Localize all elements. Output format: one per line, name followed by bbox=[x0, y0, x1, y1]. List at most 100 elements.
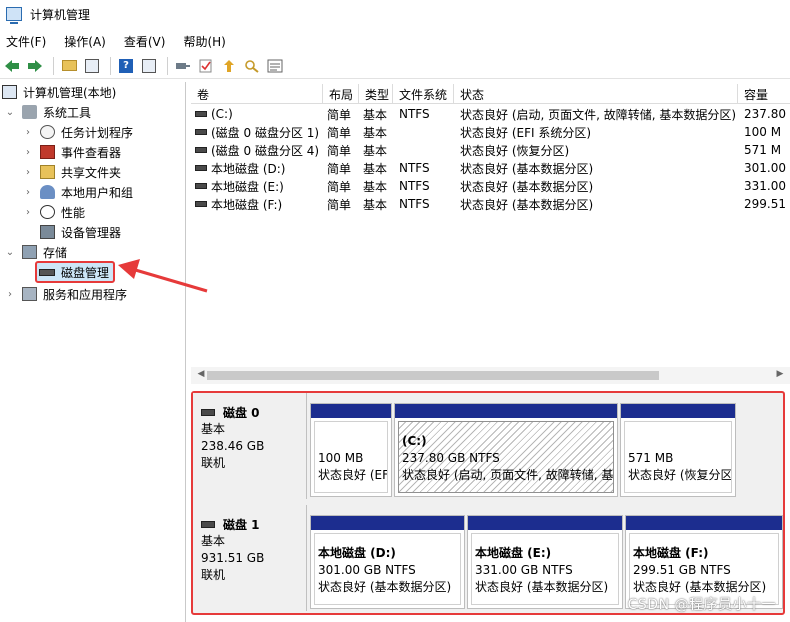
tools-icon bbox=[22, 105, 37, 119]
tree-item-label: 任务计划程序 bbox=[61, 125, 134, 140]
partition-body: (C:) 237.80 GB NTFS 状态良好 (启动, 页面文件, 故障转储… bbox=[398, 421, 614, 493]
tree-item-services[interactable]: › 服务和应用程序 bbox=[4, 284, 127, 304]
cell-capacity: 299.51 bbox=[744, 197, 786, 211]
check-icon[interactable] bbox=[196, 56, 216, 76]
export-icon[interactable] bbox=[219, 56, 239, 76]
volume-name: 本地磁盘 (D:) bbox=[211, 161, 286, 176]
cell-layout: 简单 bbox=[327, 143, 352, 158]
table-row[interactable]: (C:) 简单 基本 NTFS 状态良好 (启动, 页面文件, 故障转储, 基本… bbox=[191, 105, 790, 123]
column-header-status[interactable]: 状态 bbox=[454, 84, 738, 104]
chevron-right-icon[interactable]: › bbox=[22, 167, 34, 178]
tree-item-performance[interactable]: › 性能 bbox=[22, 202, 85, 222]
partition-c[interactable]: (C:) 237.80 GB NTFS 状态良好 (启动, 页面文件, 故障转储… bbox=[394, 403, 618, 497]
help-icon[interactable]: ? bbox=[116, 56, 136, 76]
list-header: 卷 布局 类型 文件系统 状态 容量 bbox=[191, 84, 790, 104]
menu-file[interactable]: 文件(F) bbox=[6, 33, 46, 50]
table-row[interactable]: 本地磁盘 (E:) 简单 基本 NTFS 状态良好 (基本数据分区) 331.0… bbox=[191, 177, 790, 195]
partition-efi[interactable]: 100 MB 状态良好 (EF bbox=[310, 403, 392, 497]
chevron-right-icon[interactable]: › bbox=[4, 289, 16, 300]
cell-status: 状态良好 (基本数据分区) bbox=[460, 179, 594, 194]
volume-name: (磁盘 0 磁盘分区 1) bbox=[211, 125, 320, 140]
chevron-right-icon[interactable]: › bbox=[22, 207, 34, 218]
partition-d[interactable]: 本地磁盘 (D:) 301.00 GB NTFS 状态良好 (基本数据分区) bbox=[310, 515, 465, 609]
partition-size: 331.00 GB NTFS bbox=[475, 563, 573, 577]
cell-type: 基本 bbox=[363, 143, 388, 158]
disk-info[interactable]: 磁盘 1 基本 931.51 GB 联机 bbox=[193, 505, 307, 611]
tree-item-shared-folders[interactable]: › 共享文件夹 bbox=[22, 162, 121, 182]
properties-icon[interactable] bbox=[139, 56, 159, 76]
menu-action[interactable]: 操作(A) bbox=[64, 33, 106, 50]
column-header-layout[interactable]: 布局 bbox=[323, 84, 359, 104]
tree-item-device-manager[interactable]: 设备管理器 bbox=[40, 222, 121, 242]
volume-name: (C:) bbox=[211, 107, 233, 121]
cell-filesystem bbox=[399, 123, 454, 141]
partition-recovery[interactable]: 571 MB 状态良好 (恢复分区 bbox=[620, 403, 736, 497]
connect-icon[interactable] bbox=[173, 56, 193, 76]
back-icon[interactable] bbox=[2, 56, 22, 76]
chevron-right-icon[interactable]: › bbox=[22, 147, 34, 158]
cell-capacity: 237.80 bbox=[744, 107, 786, 121]
disk-state: 联机 bbox=[201, 568, 226, 582]
tree-item-label: 设备管理器 bbox=[61, 225, 122, 240]
volume-icon bbox=[195, 147, 207, 153]
scroll-right-icon[interactable]: ▶ bbox=[774, 369, 786, 379]
disk-size: 238.46 GB bbox=[201, 439, 265, 453]
chevron-right-icon[interactable]: › bbox=[22, 127, 34, 138]
tree-item-event-viewer[interactable]: › 事件查看器 bbox=[22, 142, 121, 162]
chevron-down-icon[interactable]: ⌄ bbox=[4, 107, 16, 118]
disk-name: 磁盘 1 bbox=[223, 517, 260, 532]
tree-item-task-scheduler[interactable]: › 任务计划程序 bbox=[22, 122, 133, 142]
partition-bar bbox=[311, 516, 464, 530]
volume-icon bbox=[195, 165, 207, 171]
chevron-right-icon[interactable]: › bbox=[22, 187, 34, 198]
column-header-type[interactable]: 类型 bbox=[359, 84, 393, 104]
cell-filesystem bbox=[399, 141, 454, 159]
table-row[interactable]: (磁盘 0 磁盘分区 1) 简单 基本 状态良好 (EFI 系统分区) 100 … bbox=[191, 123, 790, 141]
window-title: 计算机管理 bbox=[30, 7, 91, 22]
cell-capacity: 571 M bbox=[744, 143, 782, 157]
table-row[interactable]: 本地磁盘 (F:) 简单 基本 NTFS 状态良好 (基本数据分区) 299.5… bbox=[191, 195, 790, 213]
table-row[interactable]: (磁盘 0 磁盘分区 4) 简单 基本 状态良好 (恢复分区) 571 M bbox=[191, 141, 790, 159]
scroll-left-icon[interactable]: ◀ bbox=[195, 369, 207, 379]
tree-item-storage[interactable]: ⌄ 存储 bbox=[4, 242, 67, 262]
cell-status: 状态良好 (启动, 页面文件, 故障转储, 基本数据分区) bbox=[460, 107, 737, 122]
partition-title bbox=[318, 433, 387, 450]
partition-e[interactable]: 本地磁盘 (E:) 331.00 GB NTFS 状态良好 (基本数据分区) bbox=[467, 515, 623, 609]
table-row[interactable]: 本地磁盘 (D:) 简单 基本 NTFS 状态良好 (基本数据分区) 301.0… bbox=[191, 159, 790, 177]
menu-help[interactable]: 帮助(H) bbox=[183, 33, 225, 50]
column-header-filesystem[interactable]: 文件系统 bbox=[393, 84, 454, 104]
tree-root[interactable]: 计算机管理(本地) bbox=[2, 82, 116, 102]
shared-folder-icon bbox=[40, 165, 55, 179]
disk-info[interactable]: 磁盘 0 基本 238.46 GB 联机 bbox=[193, 393, 307, 499]
menu-view[interactable]: 查看(V) bbox=[124, 33, 166, 50]
scrollbar-thumb[interactable] bbox=[207, 371, 659, 380]
volume-icon bbox=[195, 129, 207, 135]
list-icon[interactable] bbox=[265, 56, 285, 76]
forward-icon[interactable] bbox=[25, 56, 45, 76]
partition-title: 本地磁盘 (F:) bbox=[633, 546, 709, 560]
show-hide-tree-icon[interactable] bbox=[82, 56, 102, 76]
cell-filesystem: NTFS bbox=[399, 161, 430, 175]
up-folder-icon[interactable] bbox=[59, 56, 79, 76]
chevron-down-icon[interactable]: ⌄ bbox=[4, 247, 16, 258]
tree-root-label: 计算机管理(本地) bbox=[23, 85, 117, 100]
tree-item-system-tools[interactable]: ⌄ 系统工具 bbox=[4, 102, 91, 122]
cell-capacity: 301.00 bbox=[744, 161, 786, 175]
disk-icon bbox=[201, 520, 215, 528]
volume-name: (磁盘 0 磁盘分区 4) bbox=[211, 143, 320, 158]
disk-icon bbox=[39, 268, 55, 276]
search-icon[interactable] bbox=[242, 56, 262, 76]
cell-type: 基本 bbox=[363, 161, 388, 176]
disk-row: 磁盘 0 基本 238.46 GB 联机 100 MB 状态良好 (EF (C:… bbox=[193, 393, 783, 499]
horizontal-scrollbar[interactable]: ◀ ▶ bbox=[191, 367, 790, 384]
column-header-volume[interactable]: 卷 bbox=[191, 84, 323, 104]
tree-item-disk-management[interactable]: 磁盘管理 bbox=[35, 261, 116, 283]
partition-bar bbox=[395, 404, 617, 418]
partition-size: 237.80 GB NTFS bbox=[402, 451, 500, 465]
volume-icon bbox=[195, 183, 207, 189]
tree-item-local-users[interactable]: › 本地用户和组 bbox=[22, 182, 133, 202]
partition-status: 状态良好 (基本数据分区) bbox=[475, 580, 609, 594]
partition-title: 本地磁盘 (E:) bbox=[475, 546, 552, 560]
column-header-capacity[interactable]: 容量 bbox=[738, 84, 790, 104]
cell-layout: 简单 bbox=[327, 161, 352, 176]
